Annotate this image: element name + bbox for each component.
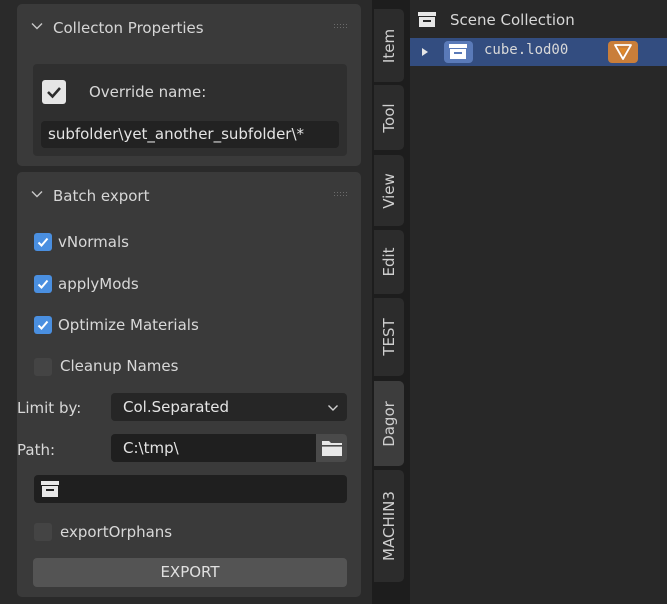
cleanup-names-label: Cleanup Names [60,357,179,375]
collection-properties-header[interactable]: Collecton Properties [17,4,361,48]
path-label: Path: [17,441,56,459]
export-orphans-checkbox[interactable] [34,523,52,541]
drag-grip-icon[interactable] [333,23,347,29]
chevron-down-icon [31,186,43,198]
mesh-cone-icon [614,44,632,60]
outliner: Scene Collection cube.lod00 [410,0,667,604]
scene-collection-row[interactable]: Scene Collection [410,8,667,34]
collection-properties-panel: Collecton Properties Override name: subf… [17,4,361,166]
path-field[interactable]: C:\tmp\ [111,434,316,462]
batch-export-panel: Batch export vNormals applyMods Optimize… [17,172,361,597]
optimize-materials-checkbox[interactable] [34,316,52,334]
tab-dagor[interactable]: Dagor [374,381,404,466]
export-orphans-label: exportOrphans [60,523,173,541]
batch-export-header[interactable]: Batch export [17,172,361,216]
outliner-item-cube[interactable]: cube.lod00 [410,38,667,66]
path-value: C:\tmp\ [123,439,179,457]
export-button[interactable]: EXPORT [33,558,347,587]
panel-title: Collecton Properties [53,19,204,37]
drag-grip-icon[interactable] [333,191,347,197]
object-data-badge[interactable] [608,41,638,63]
limit-by-label: Limit by: [17,399,82,417]
disclosure-triangle-icon[interactable] [420,47,430,57]
optimize-materials-label: Optimize Materials [58,316,199,334]
applymods-label: applyMods [58,275,139,293]
chevron-down-icon [31,18,43,30]
collection-icon-badge [444,41,473,63]
override-name-box: Override name: subfolder\yet_another_sub… [33,64,347,156]
cleanup-names-checkbox[interactable] [34,358,52,376]
tab-item[interactable]: Item [374,9,404,82]
collection-selector-field[interactable] [34,475,347,503]
collection-icon [41,481,59,497]
properties-sidebar: Collecton Properties Override name: subf… [0,0,372,604]
chevron-down-icon [328,405,338,411]
limit-by-value: Col.Separated [123,398,230,416]
override-name-field[interactable]: subfolder\yet_another_subfolder\* [41,121,339,148]
folder-icon [322,441,342,456]
tab-test[interactable]: TEST [374,298,404,376]
cube-lod-label: cube.lod00 [484,42,569,58]
tab-view[interactable]: View [374,155,404,226]
tab-edit[interactable]: Edit [374,230,404,294]
override-name-label: Override name: [89,83,207,101]
scene-collection-label: Scene Collection [450,11,575,29]
collection-icon [449,44,467,59]
vnormals-label: vNormals [58,233,129,251]
browse-folder-button[interactable] [316,434,347,462]
override-name-checkbox[interactable] [42,80,66,104]
panel-title: Batch export [53,187,150,205]
applymods-checkbox[interactable] [34,275,52,293]
vnormals-checkbox[interactable] [34,233,52,251]
tab-tool[interactable]: Tool [374,85,404,150]
limit-by-dropdown[interactable]: Col.Separated [111,393,347,421]
tab-machin3[interactable]: MACHIN3 [374,470,404,582]
sidebar-tabs: Item Tool View Edit TEST Dagor MACHIN3 [372,0,410,604]
collection-icon [418,12,436,27]
